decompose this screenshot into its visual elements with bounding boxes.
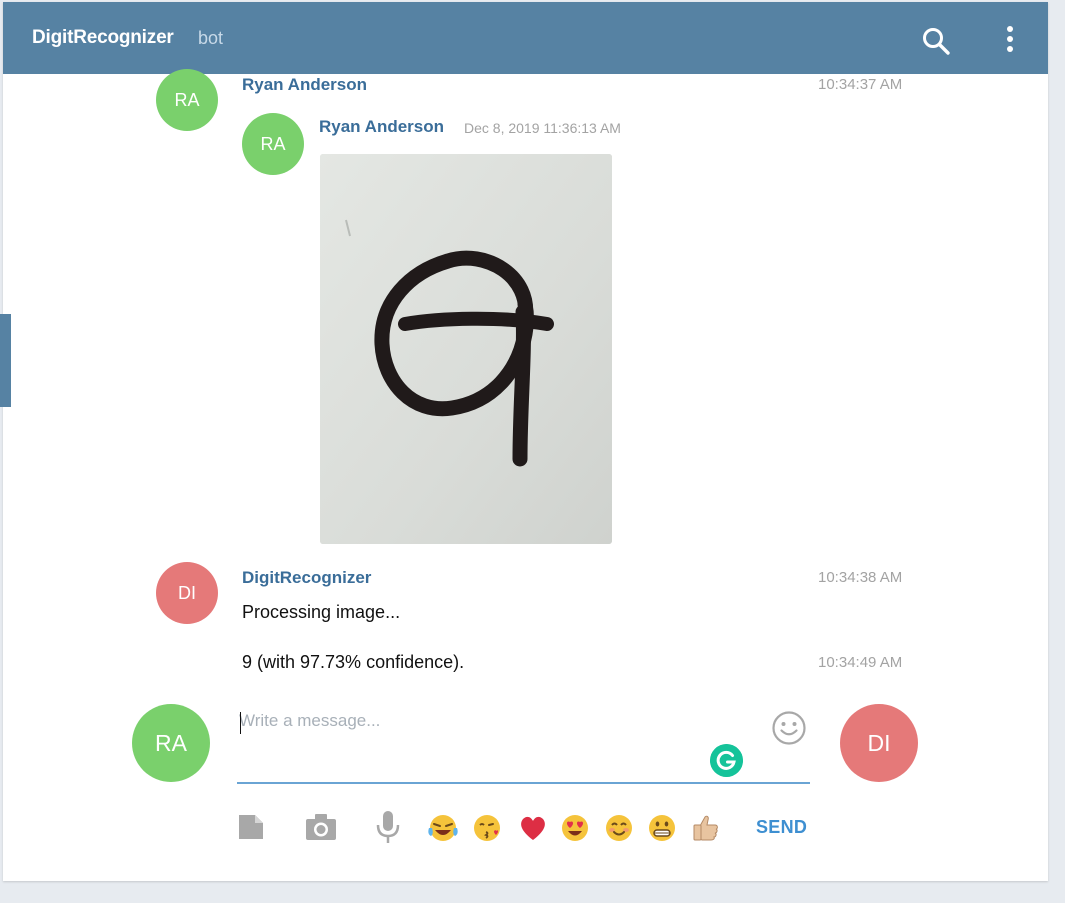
avatar-initials: DI	[867, 729, 891, 756]
forwarded-author[interactable]: Ryan Anderson	[319, 117, 444, 137]
chat-header: DigitRecognizer bot	[3, 2, 1048, 74]
handwritten-digit-image	[320, 154, 612, 544]
smiling-face-emoji-icon[interactable]	[603, 812, 635, 844]
avatar-initials: DI	[178, 582, 196, 603]
search-icon[interactable]	[921, 26, 951, 56]
grinning-face-emoji-icon[interactable]	[646, 812, 678, 844]
emoji-picker-icon[interactable]	[771, 710, 807, 746]
message-time: 10:34:37 AM	[818, 76, 903, 93]
message-input[interactable]	[239, 708, 759, 734]
more-menu-icon[interactable]	[1001, 24, 1019, 56]
grammarly-icon[interactable]	[710, 744, 743, 777]
chat-window: DigitRecognizer bot RA Ryan Anderson 10:…	[3, 2, 1048, 881]
sidebar-toggle-handle[interactable]	[0, 314, 11, 407]
message-author[interactable]: Ryan Anderson	[242, 75, 367, 95]
thumbs-up-emoji-icon[interactable]	[690, 812, 722, 844]
send-button[interactable]: SEND	[756, 817, 807, 838]
message-time: 10:34:49 AM	[818, 654, 903, 671]
avatar[interactable]: RA	[156, 69, 218, 131]
forwarded-date: Dec 8, 2019 11:36:13 AM	[464, 120, 621, 136]
message-text: 9 (with 97.73% confidence).	[242, 652, 465, 672]
chat-title[interactable]: DigitRecognizer	[32, 27, 174, 49]
microphone-icon[interactable]	[375, 810, 401, 844]
peer-avatar[interactable]: DI	[840, 704, 918, 782]
kissing-face-emoji-icon[interactable]	[472, 812, 504, 844]
camera-icon[interactable]	[305, 813, 337, 841]
self-avatar[interactable]: RA	[132, 704, 210, 782]
avatar[interactable]: DI	[156, 562, 218, 624]
avatar-initials: RA	[260, 133, 286, 154]
message-input-area[interactable]	[237, 700, 810, 784]
red-heart-emoji-icon[interactable]	[517, 812, 549, 844]
file-icon[interactable]	[237, 813, 265, 841]
heart-eyes-emoji-icon[interactable]	[559, 812, 591, 844]
tears-of-joy-emoji-icon[interactable]	[427, 812, 459, 844]
message-author[interactable]: DigitRecognizer	[242, 568, 371, 588]
message-time: 10:34:38 AM	[818, 569, 903, 586]
avatar-initials: RA	[155, 729, 187, 756]
message-text: Processing image...	[242, 602, 401, 622]
forwarded-avatar[interactable]: RA	[242, 113, 304, 175]
avatar-initials: RA	[174, 89, 200, 110]
chat-subtitle: bot	[198, 28, 224, 48]
text-caret	[240, 712, 241, 734]
message-photo[interactable]	[320, 154, 612, 544]
